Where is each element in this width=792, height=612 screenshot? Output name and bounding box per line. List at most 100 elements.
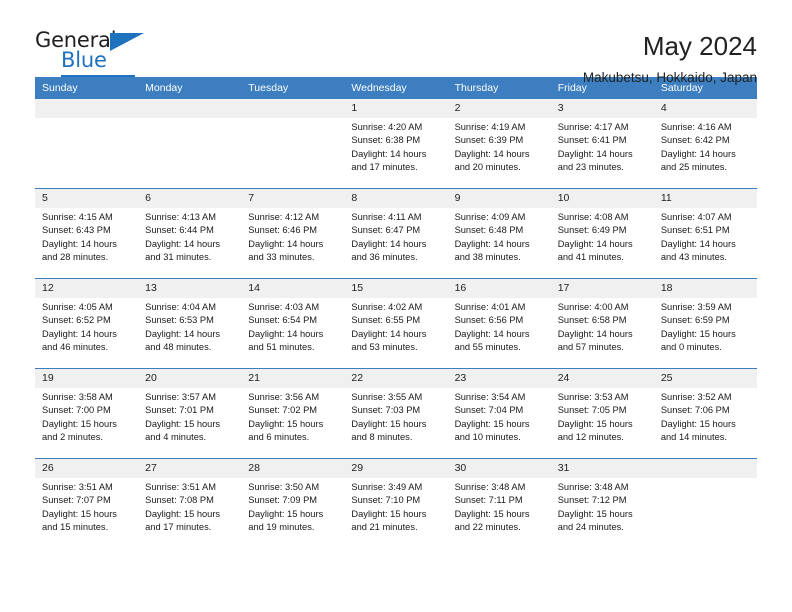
sunrise-text: Sunrise: 4:01 AM (454, 302, 526, 312)
day-details: Sunrise: 4:15 AM Sunset: 6:43 PM Daylight:… (35, 208, 138, 265)
daylight-text-line1: Daylight: 14 hours (454, 328, 530, 339)
calendar-day-cell[interactable]: 18 Sunrise: 3:59 AM Sunset: 6:59 PM Dayligh… (653, 278, 757, 369)
day-number: 20 (138, 369, 242, 388)
calendar-day-cell[interactable]: 20 Sunrise: 3:57 AM Sunset: 7:01 PM Dayligh… (138, 368, 242, 459)
calendar-day-cell[interactable]: 7 Sunrise: 4:12 AM Sunset: 6:46 PM Daylight… (241, 188, 345, 279)
day-cell-inner: 19 Sunrise: 3:58 AM Sunset: 7:00 PM Dayligh… (35, 369, 139, 458)
daylight-text-line2: and 15 minutes. (42, 522, 109, 533)
logo-text-blue: Blue (61, 48, 107, 72)
calendar-day-cell[interactable]: 27 Sunrise: 3:51 AM Sunset: 7:08 PM Dayligh… (138, 458, 242, 548)
calendar-day-cell[interactable]: 9 Sunrise: 4:09 AM Sunset: 6:48 PM Daylight… (447, 188, 551, 279)
calendar-day-cell-empty (241, 99, 345, 189)
daylight-text-line2: and 28 minutes. (42, 252, 109, 263)
calendar-day-cell[interactable]: 23 Sunrise: 3:54 AM Sunset: 7:04 PM Dayligh… (447, 368, 551, 459)
day-details: Sunrise: 4:01 AM Sunset: 6:56 PM Daylight:… (448, 298, 551, 355)
day-number: 23 (447, 369, 551, 388)
calendar-day-cell[interactable]: 2 Sunrise: 4:19 AM Sunset: 6:39 PM Daylight… (447, 99, 551, 189)
day-details: Sunrise: 4:19 AM Sunset: 6:39 PM Daylight:… (448, 118, 551, 175)
general-blue-logo[interactable]: General Blue (35, 30, 155, 82)
daylight-text-line2: and 22 minutes. (454, 522, 521, 533)
day-cell-inner: 10 Sunrise: 4:08 AM Sunset: 6:49 PM Dayligh… (550, 189, 654, 278)
day-cell-inner: 16 Sunrise: 4:01 AM Sunset: 6:56 PM Dayligh… (447, 279, 551, 368)
calendar-day-cell[interactable]: 25 Sunrise: 3:52 AM Sunset: 7:06 PM Dayligh… (653, 368, 757, 459)
daylight-text-line1: Daylight: 15 hours (557, 508, 633, 519)
daylight-text-line2: and 57 minutes. (557, 342, 624, 353)
day-details: Sunrise: 3:57 AM Sunset: 7:01 PM Daylight:… (138, 388, 241, 445)
daylight-text-line2: and 25 minutes. (660, 162, 727, 173)
daylight-text-line1: Daylight: 15 hours (660, 418, 736, 429)
sunrise-text: Sunrise: 4:09 AM (454, 212, 526, 222)
sunset-text: Sunset: 6:44 PM (145, 225, 214, 236)
calendar-day-cell[interactable]: 29 Sunrise: 3:49 AM Sunset: 7:10 PM Dayligh… (344, 458, 448, 548)
day-cell-inner: 25 Sunrise: 3:52 AM Sunset: 7:06 PM Dayligh… (653, 369, 757, 458)
day-details: Sunrise: 4:05 AM Sunset: 6:52 PM Daylight:… (35, 298, 138, 355)
calendar-day-cell[interactable]: 11 Sunrise: 4:07 AM Sunset: 6:51 PM Dayligh… (653, 188, 757, 279)
calendar-day-cell[interactable]: 28 Sunrise: 3:50 AM Sunset: 7:09 PM Dayligh… (241, 458, 345, 548)
sunset-text: Sunset: 7:01 PM (145, 405, 214, 416)
calendar-day-cell[interactable]: 12 Sunrise: 4:05 AM Sunset: 6:52 PM Dayligh… (35, 278, 139, 369)
sunset-text: Sunset: 6:56 PM (454, 315, 524, 326)
daylight-text-line1: Daylight: 14 hours (557, 328, 633, 339)
sunrise-text: Sunrise: 3:56 AM (248, 392, 320, 402)
calendar-day-cell[interactable]: 16 Sunrise: 4:01 AM Sunset: 6:56 PM Dayligh… (447, 278, 551, 369)
daylight-text-line1: Daylight: 15 hours (454, 508, 530, 519)
weekday-header-wednesday: Wednesday (344, 77, 448, 99)
calendar-day-cell-empty (653, 458, 757, 548)
calendar-day-cell[interactable]: 30 Sunrise: 3:48 AM Sunset: 7:11 PM Dayligh… (447, 458, 551, 548)
calendar-day-cell[interactable]: 14 Sunrise: 4:03 AM Sunset: 6:54 PM Dayligh… (241, 278, 345, 369)
day-number: 11 (653, 189, 757, 208)
calendar-day-cell[interactable]: 6 Sunrise: 4:13 AM Sunset: 6:44 PM Daylight… (138, 188, 242, 279)
daylight-text-line1: Daylight: 15 hours (351, 418, 427, 429)
calendar-day-cell[interactable]: 24 Sunrise: 3:53 AM Sunset: 7:05 PM Dayligh… (550, 368, 654, 459)
calendar-day-cell[interactable]: 8 Sunrise: 4:11 AM Sunset: 6:47 PM Daylight… (344, 188, 448, 279)
day-cell-inner (653, 459, 757, 548)
calendar-day-cell[interactable]: 26 Sunrise: 3:51 AM Sunset: 7:07 PM Dayligh… (35, 458, 139, 548)
daylight-text-line1: Daylight: 14 hours (248, 238, 324, 249)
sunset-text: Sunset: 7:11 PM (454, 495, 523, 506)
day-cell-inner (241, 99, 345, 188)
calendar-day-cell[interactable]: 22 Sunrise: 3:55 AM Sunset: 7:03 PM Dayligh… (344, 368, 448, 459)
day-cell-inner: 15 Sunrise: 4:02 AM Sunset: 6:55 PM Dayligh… (344, 279, 448, 368)
day-number: 30 (447, 459, 551, 478)
calendar-day-cell[interactable]: 10 Sunrise: 4:08 AM Sunset: 6:49 PM Dayligh… (550, 188, 654, 279)
daylight-text-line1: Daylight: 15 hours (351, 508, 427, 519)
daylight-text-line1: Daylight: 14 hours (557, 148, 633, 159)
calendar-day-cell[interactable]: 31 Sunrise: 3:48 AM Sunset: 7:12 PM Dayligh… (550, 458, 654, 548)
daylight-text-line2: and 55 minutes. (454, 342, 521, 353)
sunset-text: Sunset: 6:52 PM (42, 315, 111, 326)
calendar-body: 1 Sunrise: 4:20 AM Sunset: 6:38 PM Daylight… (35, 99, 757, 548)
calendar-day-cell[interactable]: 5 Sunrise: 4:15 AM Sunset: 6:43 PM Daylight… (35, 188, 139, 279)
daylight-text-line2: and 14 minutes. (660, 432, 727, 443)
sunset-text: Sunset: 6:41 PM (557, 135, 627, 146)
daylight-text-line1: Daylight: 14 hours (42, 328, 117, 339)
sunset-text: Sunset: 7:10 PM (351, 495, 421, 506)
calendar-day-cell[interactable]: 19 Sunrise: 3:58 AM Sunset: 7:00 PM Dayligh… (35, 368, 139, 459)
calendar-day-cell[interactable]: 1 Sunrise: 4:20 AM Sunset: 6:38 PM Daylight… (344, 99, 448, 189)
sunrise-text: Sunrise: 3:58 AM (42, 392, 113, 402)
day-details: Sunrise: 3:50 AM Sunset: 7:09 PM Daylight:… (241, 478, 344, 535)
day-cell-inner: 6 Sunrise: 4:13 AM Sunset: 6:44 PM Daylight… (138, 189, 242, 278)
daylight-text-line2: and 33 minutes. (248, 252, 315, 263)
daylight-text-line1: Daylight: 14 hours (454, 148, 530, 159)
calendar-day-cell[interactable]: 17 Sunrise: 4:00 AM Sunset: 6:58 PM Dayligh… (550, 278, 654, 369)
triangle-icon (110, 33, 144, 51)
calendar-day-cell[interactable]: 21 Sunrise: 3:56 AM Sunset: 7:02 PM Dayligh… (241, 368, 345, 459)
day-cell-inner: 28 Sunrise: 3:50 AM Sunset: 7:09 PM Dayligh… (241, 459, 345, 548)
daylight-text-line2: and 12 minutes. (557, 432, 624, 443)
sunrise-text: Sunrise: 3:51 AM (42, 482, 113, 492)
day-details: Sunrise: 3:55 AM Sunset: 7:03 PM Daylight:… (344, 388, 447, 445)
calendar-day-cell[interactable]: 15 Sunrise: 4:02 AM Sunset: 6:55 PM Dayligh… (344, 278, 448, 369)
daylight-text-line1: Daylight: 15 hours (248, 508, 324, 519)
daylight-text-line1: Daylight: 14 hours (351, 148, 427, 159)
day-cell-inner: 12 Sunrise: 4:05 AM Sunset: 6:52 PM Dayligh… (35, 279, 139, 368)
calendar-day-cell[interactable]: 3 Sunrise: 4:17 AM Sunset: 6:41 PM Daylight… (550, 99, 654, 189)
day-number: 25 (653, 369, 757, 388)
calendar-day-cell[interactable]: 4 Sunrise: 4:16 AM Sunset: 6:42 PM Daylight… (653, 99, 757, 189)
daylight-text-line1: Daylight: 15 hours (42, 508, 117, 519)
calendar-week-row: 12 Sunrise: 4:05 AM Sunset: 6:52 PM Dayligh… (35, 278, 757, 369)
day-cell-inner: 7 Sunrise: 4:12 AM Sunset: 6:46 PM Daylight… (241, 189, 345, 278)
day-details: Sunrise: 3:56 AM Sunset: 7:02 PM Daylight:… (241, 388, 344, 445)
day-cell-inner: 4 Sunrise: 4:16 AM Sunset: 6:42 PM Daylight… (653, 99, 757, 188)
calendar-day-cell[interactable]: 13 Sunrise: 4:04 AM Sunset: 6:53 PM Dayligh… (138, 278, 242, 369)
day-cell-inner: 30 Sunrise: 3:48 AM Sunset: 7:11 PM Dayligh… (447, 459, 551, 548)
